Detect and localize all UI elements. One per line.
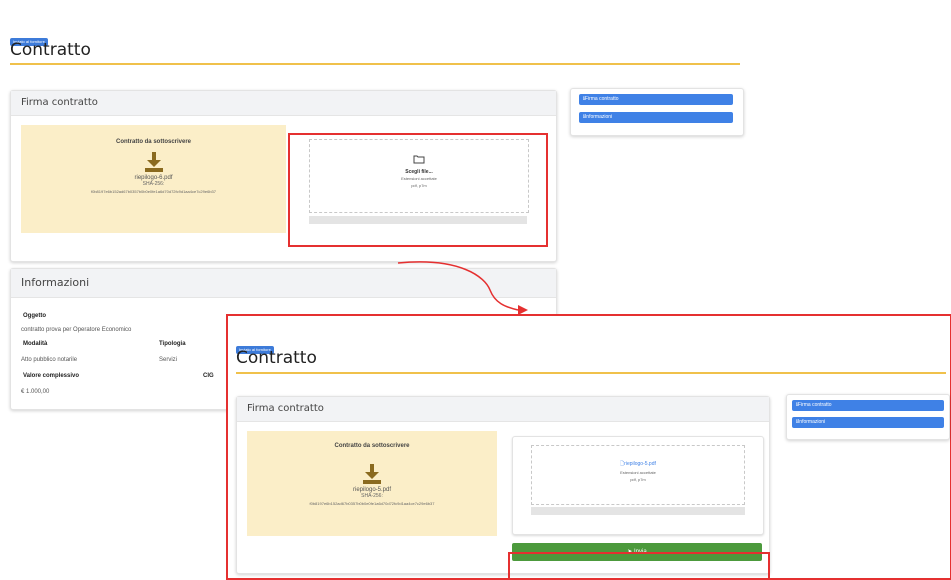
extensions-label: Estensioni accettate <box>620 470 656 475</box>
download-icon[interactable] <box>361 463 383 485</box>
screen-2: Inviato al fornitore Contratto Firma con… <box>226 314 951 580</box>
oggetto-label: Oggetto <box>23 313 46 319</box>
highlight-send <box>508 552 770 578</box>
sidebar-item-informazioni[interactable]: ℹInformazioni <box>792 417 944 428</box>
upload-panel: 🗋riepilogo-5.pdf Estensioni accettate pd… <box>512 436 764 535</box>
sha-hash: f0b8197e6b152ad67b0357b0b0e0fe1a6d70d72f… <box>309 501 435 506</box>
file-upload-dropzone[interactable]: 🗋riepilogo-5.pdf Estensioni accettate pd… <box>531 445 745 505</box>
valore-label: Valore complessivo <box>23 373 80 379</box>
page-title: Contratto <box>236 348 317 368</box>
tipologia-value: Servizi <box>159 357 178 363</box>
contract-box-title: Contratto da sottoscrivere <box>334 443 410 449</box>
modalita-label: Modalità <box>23 341 48 347</box>
card-title: Firma contratto <box>237 397 769 422</box>
sidebar-card: ℹFirma contratto ℹInformazioni <box>570 88 744 136</box>
tipologia-label: Tipologia <box>159 341 186 347</box>
sidebar-item-label: Firma contratto <box>797 402 832 408</box>
valore-value: € 1.000,00 <box>21 389 50 395</box>
title-rule <box>236 372 946 374</box>
sign-contract-card: Firma contratto Contratto da sottoscrive… <box>236 396 770 574</box>
download-icon[interactable] <box>143 151 165 173</box>
contract-box: Contratto da sottoscrivere riepilogo-5.p… <box>247 431 497 536</box>
sidebar-item-label: Informazioni <box>797 419 826 425</box>
title-rule <box>10 63 740 65</box>
sidebar-item-firma-contratto[interactable]: ℹFirma contratto <box>792 400 944 411</box>
sha-hash: f0b8197e6b152ad67b0357b0b0e0fe1a6d70d72f… <box>90 189 216 194</box>
sidebar-item-label: Firma contratto <box>584 96 619 102</box>
upload-progress-bar <box>531 507 745 515</box>
sidebar-item-label: Informazioni <box>584 114 613 120</box>
contract-box: Contratto da sottoscrivere riepilogo-6.p… <box>21 125 286 233</box>
sidebar-card: ℹFirma contratto ℹInformazioni <box>786 394 950 440</box>
sha-label: SHA-256: <box>142 181 165 187</box>
cig-label: CIG <box>203 373 214 379</box>
highlight-upload <box>288 133 548 247</box>
page-title: Contratto <box>10 40 91 60</box>
sha-label: SHA-256: <box>361 493 383 499</box>
card-title: Firma contratto <box>11 91 556 116</box>
sidebar-item-informazioni[interactable]: ℹInformazioni <box>579 112 733 123</box>
oggetto-value: contratto prova per Operatore Economico <box>21 327 132 333</box>
modalita-value: Atto pubblico notarile <box>21 357 78 363</box>
uploaded-file-link[interactable]: 🗋riepilogo-5.pdf <box>532 461 744 469</box>
uploaded-file-label: riepilogo-5.pdf <box>624 461 656 467</box>
sidebar-item-firma-contratto[interactable]: ℹFirma contratto <box>579 94 733 105</box>
extensions-value: pdf, p7m <box>630 477 646 482</box>
contract-box-title: Contratto da sottoscrivere <box>115 139 191 145</box>
